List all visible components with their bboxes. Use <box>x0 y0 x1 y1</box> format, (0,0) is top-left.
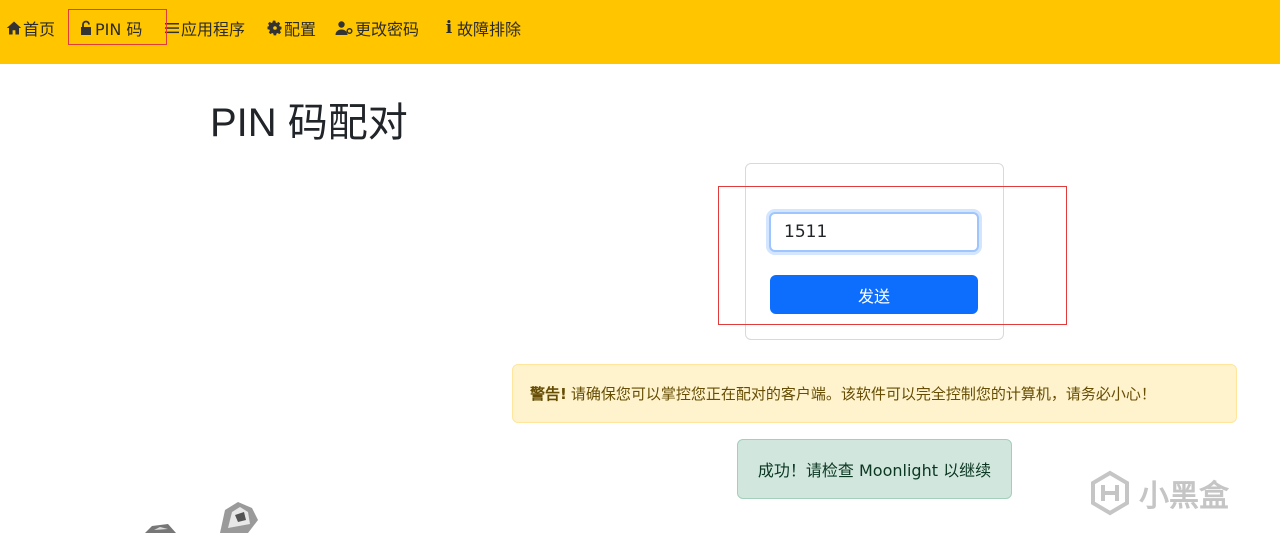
info-icon: i <box>445 18 453 38</box>
nav-home-label: 首页 <box>23 20 56 39</box>
nav-password-label: 更改密码 <box>355 20 420 39</box>
warning-text: 请确保您可以掌控您正在配对的客户端。该软件可以完全控制您的计算机，请务必小心！ <box>570 385 1156 403</box>
decorative-figure <box>145 502 258 533</box>
pin-input[interactable] <box>769 212 979 252</box>
gear-icon <box>267 20 282 36</box>
nav-troubleshoot[interactable]: i 故障排除 <box>441 17 521 39</box>
success-text: 成功！请检查 Moonlight 以继续 <box>757 461 992 480</box>
warning-strong: 警告! <box>530 385 567 403</box>
watermark-text: 小黑盒 <box>1139 479 1229 514</box>
nav-config-label: 配置 <box>284 20 317 39</box>
nav-troubleshoot-label: 故障排除 <box>457 20 522 39</box>
warning-alert: 警告! 请确保您可以掌控您正在配对的客户端。该软件可以完全控制您的计算机，请务必… <box>512 364 1237 423</box>
nav-apps-label: 应用程序 <box>181 20 246 39</box>
nav-apps[interactable]: 应用程序 <box>164 17 245 39</box>
unlock-icon <box>81 20 91 35</box>
home-icon <box>6 21 22 35</box>
nav-home[interactable]: 首页 <box>6 17 55 39</box>
nav-pin[interactable]: PIN 码 <box>78 17 142 39</box>
list-icon <box>165 23 179 34</box>
success-alert: 成功！请检查 Moonlight 以继续 <box>737 439 1012 499</box>
watermark-logo-icon <box>1091 470 1129 516</box>
send-button[interactable]: 发送 <box>770 275 978 314</box>
user-key-icon <box>335 21 353 35</box>
top-navbar: 首页 PIN 码 应用程序 配置 更改密码 i 故障排除 <box>0 0 1280 64</box>
nav-pin-label: PIN 码 <box>95 20 143 39</box>
nav-config[interactable]: 配置 <box>267 17 316 39</box>
watermark: 小黑盒 <box>1087 470 1229 516</box>
nav-password[interactable]: 更改密码 <box>335 17 419 39</box>
page-title: PIN 码配对 <box>210 101 408 145</box>
